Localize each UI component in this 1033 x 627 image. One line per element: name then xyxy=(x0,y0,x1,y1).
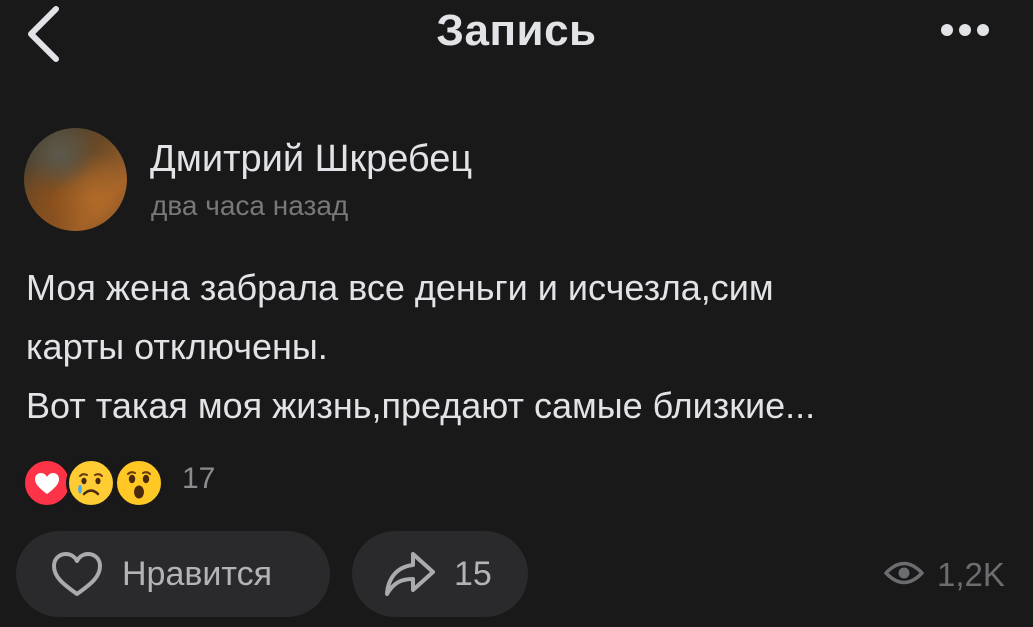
page-title: Запись xyxy=(436,6,597,55)
more-button[interactable] xyxy=(930,16,1000,48)
views-counter: 1,2K xyxy=(883,553,1005,597)
surprised-reaction-icon xyxy=(114,458,164,508)
top-bar: Запись xyxy=(0,0,1033,80)
reactions-count: 17 xyxy=(182,462,216,495)
eye-icon xyxy=(883,558,925,593)
reactions-summary[interactable]: 17 xyxy=(22,454,282,508)
heart-outline-icon xyxy=(48,545,106,603)
like-button[interactable]: Нравится xyxy=(16,531,330,617)
post-text-line: Вот такая моя жизнь,предают самые близки… xyxy=(26,385,816,426)
post-text: Моя жена забрала все деньги и исчезла,си… xyxy=(26,258,1016,435)
author-name[interactable]: Дмитрий Шкребец xyxy=(150,138,472,181)
views-count: 1,2K xyxy=(937,556,1005,593)
crying-reaction-icon xyxy=(66,458,116,508)
post-text-line: Моя жена забрала все деньги и исчезла,си… xyxy=(26,267,774,308)
post-timestamp: два часа назад xyxy=(151,190,349,221)
post-text-line: карты отключены. xyxy=(26,326,328,367)
like-label: Нравится xyxy=(122,554,273,593)
heart-reaction-icon xyxy=(22,458,72,508)
share-button[interactable]: 15 xyxy=(352,531,528,617)
more-horizontal-icon xyxy=(935,22,995,43)
share-arrow-icon xyxy=(382,546,438,602)
avatar[interactable] xyxy=(24,128,127,231)
post-author: Дмитрий Шкребец два часа назад xyxy=(24,128,724,233)
share-count: 15 xyxy=(454,554,492,593)
